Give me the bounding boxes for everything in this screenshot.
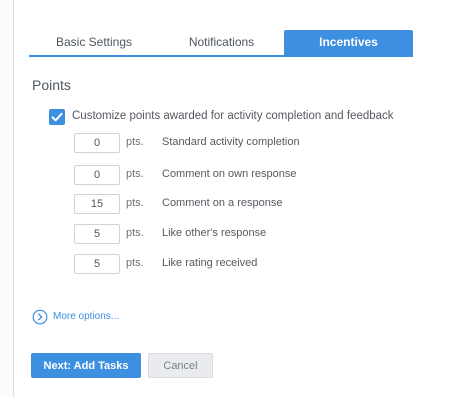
- tab-notifications[interactable]: Notifications: [159, 30, 284, 55]
- points-row-label: Like rating received: [162, 257, 258, 269]
- chevron-right-circle-icon: [32, 309, 48, 325]
- points-row-label: Standard activity completion: [162, 136, 300, 148]
- incentives-panel: Basic Settings Notifications Incentives …: [0, 0, 453, 397]
- section-title: Points: [32, 77, 71, 93]
- points-unit: pts.: [126, 197, 144, 209]
- left-gutter: [0, 0, 13, 397]
- customize-points-checkbox[interactable]: [49, 109, 65, 125]
- points-row-label: Comment on a response: [162, 197, 283, 209]
- points-row-label: Comment on own response: [162, 168, 297, 180]
- more-options-label: More options...: [53, 311, 120, 322]
- like-rating-points-input[interactable]: [74, 254, 120, 274]
- left-divider: [13, 0, 14, 397]
- comment-response-points-input[interactable]: [74, 194, 120, 214]
- customize-points-label: Customize points awarded for activity co…: [72, 110, 394, 122]
- points-unit: pts.: [126, 136, 144, 148]
- comment-own-points-input[interactable]: [74, 165, 120, 185]
- points-unit: pts.: [126, 227, 144, 239]
- settings-tabs: Basic Settings Notifications Incentives: [29, 30, 413, 57]
- cancel-button[interactable]: Cancel: [148, 353, 213, 378]
- points-unit: pts.: [126, 168, 144, 180]
- points-row-label: Like other's response: [162, 227, 267, 239]
- points-unit: pts.: [126, 257, 144, 269]
- tab-incentives[interactable]: Incentives: [284, 30, 413, 55]
- next-add-tasks-button[interactable]: Next: Add Tasks: [31, 353, 141, 378]
- checkmark-icon: [51, 112, 63, 122]
- standard-activity-points-input[interactable]: [74, 133, 120, 153]
- like-others-points-input[interactable]: [74, 224, 120, 244]
- tab-basic-settings[interactable]: Basic Settings: [29, 30, 159, 55]
